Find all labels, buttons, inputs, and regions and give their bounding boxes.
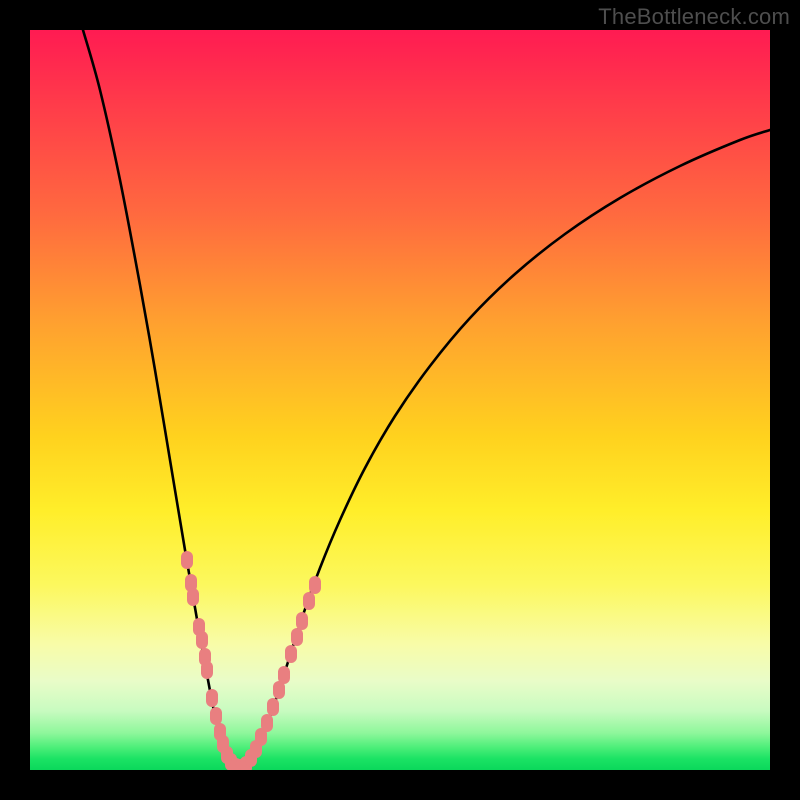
bead-marker bbox=[309, 576, 321, 594]
bead-marker bbox=[196, 631, 208, 649]
bottleneck-curve bbox=[83, 30, 770, 768]
bead-marker bbox=[267, 698, 279, 716]
bead-marker bbox=[303, 592, 315, 610]
bead-marker bbox=[206, 689, 218, 707]
bead-marker bbox=[201, 661, 213, 679]
bead-marker bbox=[291, 628, 303, 646]
bead-marker bbox=[210, 707, 222, 725]
bead-marker bbox=[187, 588, 199, 606]
bead-marker bbox=[278, 666, 290, 684]
bead-marker bbox=[285, 645, 297, 663]
chart-frame: TheBottleneck.com bbox=[0, 0, 800, 800]
bead-cluster bbox=[181, 551, 321, 770]
watermark-text: TheBottleneck.com bbox=[598, 4, 790, 30]
bead-marker bbox=[261, 714, 273, 732]
bead-marker bbox=[296, 612, 308, 630]
bead-marker bbox=[181, 551, 193, 569]
curve-svg bbox=[30, 30, 770, 770]
plot-area bbox=[30, 30, 770, 770]
